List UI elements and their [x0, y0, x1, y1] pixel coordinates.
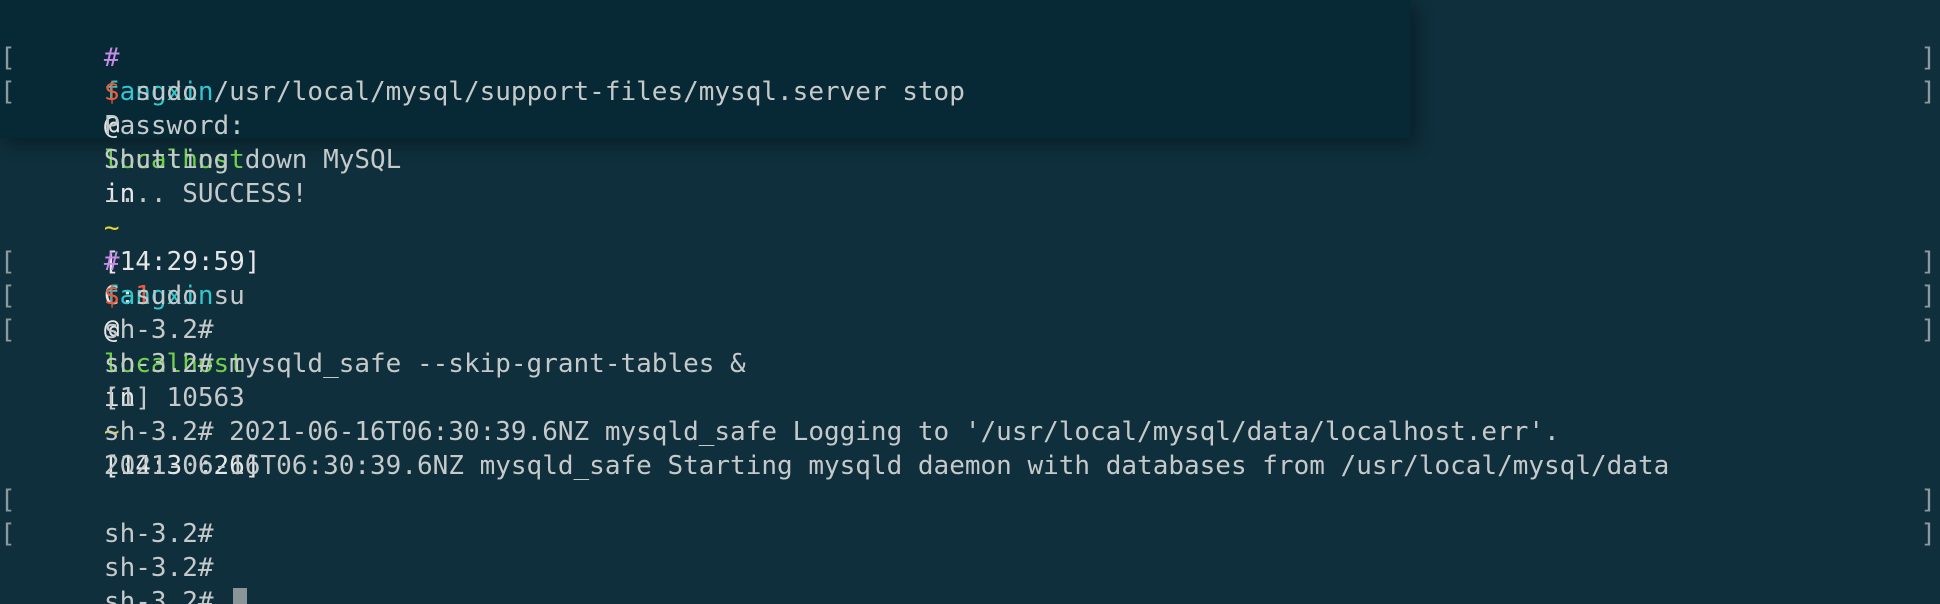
shell-line: [sh-3.2# ] — [0, 279, 1940, 345]
output-line: .... SUCCESS! — [0, 143, 1940, 209]
text-cursor[interactable] — [233, 587, 248, 604]
line-bracket-right: ] — [1920, 519, 1936, 549]
shell-line: [sh-3.2# ] — [0, 517, 1940, 583]
line-bracket-right: ] — [1920, 43, 1936, 73]
output-line: Shutting down MySQL — [0, 109, 1940, 175]
line-bracket-left: [ — [0, 315, 16, 345]
line-bracket-left: [ — [0, 247, 16, 277]
line-bracket-left: [ — [0, 485, 16, 515]
output-line: [Password: ] — [0, 75, 1940, 141]
shell-line: [sh-3.2# mysqld_safe --skip-grant-tables… — [0, 313, 1940, 379]
line-bracket-left: [ — [0, 77, 16, 107]
line-bracket-right: ] — [1920, 281, 1936, 311]
output-line: [1] 10563 — [0, 347, 1940, 413]
line-bracket-right: ] — [1920, 315, 1936, 345]
line-bracket-right: ] — [1920, 77, 1936, 107]
output-line: 2021-06-16T06:30:39.6NZ mysqld_safe Star… — [0, 415, 1940, 481]
prompt-line: # fangxin @ localhost in ~ [14:29:59] C:… — [0, 7, 1940, 311]
prompt-line: # fangxin @ localhost in ~ [14:30:26] — [0, 211, 1940, 481]
command-line: [$ sudo su ] — [0, 245, 1940, 311]
line-bracket-right: ] — [1920, 485, 1936, 515]
terminal-window[interactable]: # fangxin @ localhost in ~ [14:29:59] C:… — [0, 0, 1940, 604]
output-line: sh-3.2# 2021-06-16T06:30:39.6NZ mysqld_s… — [0, 381, 1940, 447]
line-bracket-right: ] — [1920, 247, 1936, 277]
shell-text: sh-3.2# — [103, 587, 230, 604]
active-prompt-line[interactable]: sh-3.2# — [0, 551, 1940, 604]
command-line: [$ sudo /usr/local/mysql/support-files/m… — [0, 41, 1940, 107]
line-bracket-left: [ — [0, 281, 16, 311]
line-bracket-left: [ — [0, 519, 16, 549]
line-bracket-left: [ — [0, 43, 16, 73]
terminal-output: # fangxin @ localhost in ~ [14:29:59] C:… — [0, 7, 1940, 604]
shell-line: [sh-3.2# ] — [0, 483, 1940, 549]
